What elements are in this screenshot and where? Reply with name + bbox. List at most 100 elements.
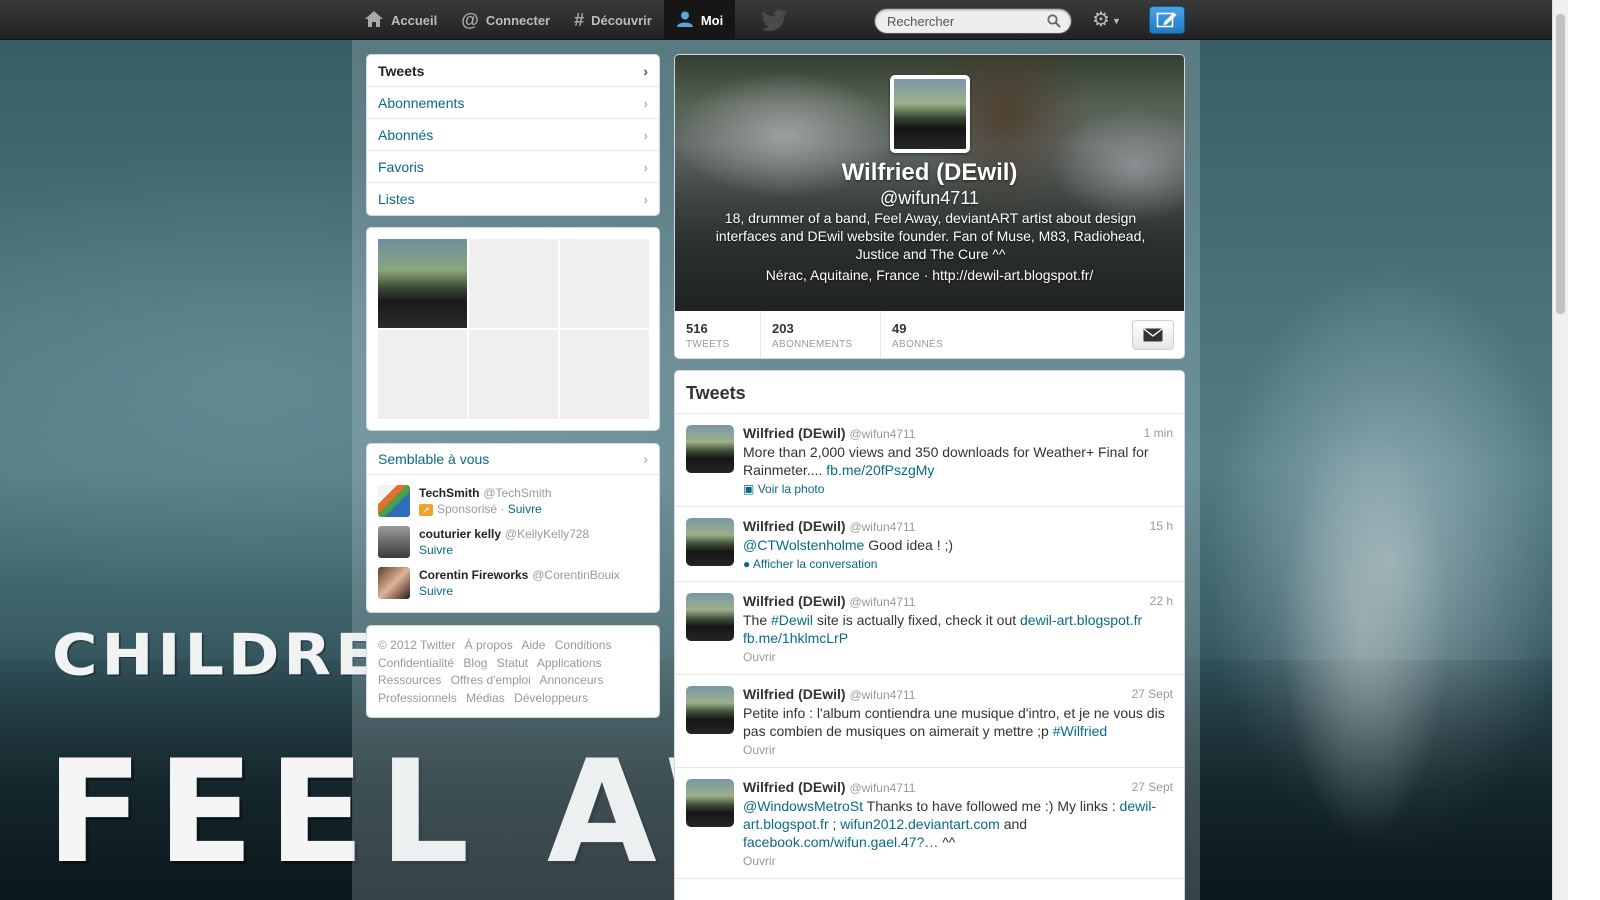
- expand-tweet-action[interactable]: Ouvrir: [743, 741, 1173, 759]
- tweet-link[interactable]: fb.me/1hklmcLrP: [743, 630, 848, 646]
- twitter-bird-icon[interactable]: [761, 9, 788, 31]
- compose-tweet-button[interactable]: [1149, 6, 1185, 34]
- footer-link-jobs[interactable]: Offres d'emploi: [451, 673, 531, 687]
- avatar[interactable]: [686, 593, 734, 641]
- nav-discover[interactable]: # Découvrir: [562, 0, 664, 40]
- footer-copyright[interactable]: © 2012 Twitter: [378, 638, 455, 652]
- footer-link-businesses[interactable]: Professionnels: [378, 691, 457, 705]
- footer-link-status[interactable]: Statut: [497, 656, 528, 670]
- media-thumbnail[interactable]: [378, 239, 467, 328]
- nav-home[interactable]: Accueil: [352, 0, 449, 40]
- stat-followers[interactable]: 49 ABONNÉS: [881, 311, 981, 358]
- tweet-text: and: [999, 816, 1028, 832]
- chevron-right-icon: ›: [643, 62, 648, 79]
- tweet-author-name[interactable]: Wilfried (DEwil): [743, 518, 846, 534]
- tweet-author-name[interactable]: Wilfried (DEwil): [743, 686, 846, 702]
- profile-url[interactable]: http://dewil-art.blogspot.fr/: [932, 267, 1093, 283]
- tweet[interactable]: Wilfried (DEwil) @wifun4711 27 Sept Peti…: [675, 675, 1184, 768]
- sidebar-item-lists[interactable]: Listes ›: [367, 183, 659, 215]
- photo-icon: ▣: [743, 482, 755, 496]
- person-icon: [676, 10, 694, 31]
- avatar[interactable]: [686, 779, 734, 827]
- tweet-timestamp[interactable]: 22 h: [1150, 592, 1173, 610]
- search-input[interactable]: [875, 9, 1035, 33]
- footer-link-resources[interactable]: Ressources: [378, 673, 441, 687]
- footer-link-blog[interactable]: Blog: [463, 656, 487, 670]
- tweet-link[interactable]: wifun2012.deviantart.com: [840, 816, 1000, 832]
- footer-link-media[interactable]: Médias: [466, 691, 505, 705]
- stat-followers-count: 49: [892, 321, 907, 336]
- suggested-user: couturier kelly @KellyKelly728 Suivre: [367, 516, 659, 558]
- tweet-timestamp[interactable]: 15 h: [1150, 517, 1173, 535]
- sidebar-item-following[interactable]: Abonnements ›: [367, 87, 659, 119]
- avatar[interactable]: [686, 686, 734, 734]
- follow-link[interactable]: Suivre: [419, 584, 453, 598]
- stat-following[interactable]: 203 ABONNEMENTS: [761, 311, 881, 358]
- search-icon[interactable]: [1047, 14, 1061, 28]
- profile-card: Wilfried (DEwil) @wifun4711 18, drummer …: [674, 54, 1185, 359]
- nav-me[interactable]: Moi: [663, 0, 736, 40]
- tweet-timestamp[interactable]: 1 min: [1144, 424, 1173, 442]
- avatar[interactable]: [378, 526, 410, 558]
- footer-link-privacy[interactable]: Confidentialité: [378, 656, 454, 670]
- stat-tweets-label: TWEETS: [686, 339, 730, 350]
- who-to-follow-title: Semblable à vous: [378, 451, 490, 467]
- tweet-link[interactable]: fb.me/20fPszgMy: [826, 462, 934, 478]
- avatar[interactable]: [378, 485, 410, 517]
- settings-menu[interactable]: ⚙ ▼: [1092, 9, 1121, 32]
- footer-link-apps[interactable]: Applications: [537, 656, 602, 670]
- avatar[interactable]: [378, 567, 410, 599]
- profile-stats: 516 TWEETS 203 ABONNEMENTS 49 ABONNÉS: [675, 311, 1184, 358]
- tweet-timestamp[interactable]: 27 Sept: [1132, 778, 1173, 796]
- direct-message-button[interactable]: [1132, 320, 1174, 350]
- tweet-text: ;: [828, 816, 841, 832]
- expand-tweet-action[interactable]: Ouvrir: [743, 852, 1173, 870]
- tweet[interactable]: Wilfried (DEwil) @wifun4711 27 Sept @Win…: [675, 768, 1184, 879]
- footer-link-terms[interactable]: Conditions: [555, 638, 612, 652]
- page-scrollbar[interactable]: [1552, 0, 1568, 900]
- view-conversation-action[interactable]: ● Afficher la conversation: [743, 555, 1173, 573]
- suggested-user-name[interactable]: couturier kelly: [419, 527, 501, 541]
- profile-header-image: Wilfried (DEwil) @wifun4711 18, drummer …: [675, 55, 1184, 311]
- sidebar-item-followers[interactable]: Abonnés ›: [367, 119, 659, 151]
- avatar[interactable]: [686, 425, 734, 473]
- suggested-user: Corentin Fireworks @CorentinBouix Suivre: [367, 557, 659, 599]
- tweet-hashtag[interactable]: #Dewil: [771, 612, 813, 628]
- tweet[interactable]: Wilfried (DEwil) @wifun4711 15 h @CTWols…: [675, 507, 1184, 582]
- chevron-down-icon: ▼: [1111, 15, 1121, 26]
- suggested-user-name[interactable]: TechSmith: [419, 486, 479, 500]
- hash-icon: #: [574, 10, 585, 30]
- view-photo-action[interactable]: ▣ Voir la photo: [743, 480, 1173, 498]
- profile-location-line: Nérac, Aquitaine, France · http://dewil-…: [675, 267, 1184, 283]
- tweet[interactable]: Wilfried (DEwil) @wifun4711 22 h The #De…: [675, 582, 1184, 675]
- tweet-mention[interactable]: @CTWolstenholme: [743, 537, 864, 553]
- tweet-link[interactable]: dewil-art.blogspot.fr: [1020, 612, 1142, 628]
- global-nav: Accueil @ Connecter # Découvrir Moi: [352, 0, 736, 40]
- tweet-author-name[interactable]: Wilfried (DEwil): [743, 779, 846, 795]
- follow-link[interactable]: Suivre: [508, 502, 542, 516]
- suggested-user-name[interactable]: Corentin Fireworks: [419, 568, 528, 582]
- tweet-link[interactable]: facebook.com/wifun.gael.47?…: [743, 834, 938, 850]
- expand-tweet-action[interactable]: Ouvrir: [743, 648, 1173, 666]
- footer-link-advertisers[interactable]: Annonceurs: [539, 673, 603, 687]
- avatar[interactable]: [890, 75, 970, 153]
- stat-tweets[interactable]: 516 TWEETS: [675, 311, 761, 358]
- tweet-mention[interactable]: @WindowsMetroSt: [743, 798, 863, 814]
- sidebar-item-favorites[interactable]: Favoris ›: [367, 151, 659, 183]
- tweet-author-name[interactable]: Wilfried (DEwil): [743, 425, 846, 441]
- nav-connect[interactable]: @ Connecter: [449, 0, 562, 40]
- follow-link[interactable]: Suivre: [419, 543, 453, 557]
- scrollbar-thumb[interactable]: [1556, 14, 1565, 314]
- tweet-hashtag[interactable]: #Wilfried: [1053, 723, 1107, 739]
- footer-link-developers[interactable]: Développeurs: [514, 691, 588, 705]
- tweet-text: Good idea ! ;): [864, 537, 954, 553]
- separator: ·: [923, 267, 929, 283]
- footer-link-help[interactable]: Aide: [521, 638, 545, 652]
- tweet[interactable]: Wilfried (DEwil) @wifun4711 1 min More t…: [675, 414, 1184, 507]
- tweet-author-name[interactable]: Wilfried (DEwil): [743, 593, 846, 609]
- footer-link-about[interactable]: À propos: [465, 638, 513, 652]
- tweet-timestamp[interactable]: 27 Sept: [1132, 685, 1173, 703]
- sidebar-item-tweets[interactable]: Tweets ›: [367, 55, 659, 87]
- who-to-follow-header[interactable]: Semblable à vous ›: [367, 444, 659, 475]
- avatar[interactable]: [686, 518, 734, 566]
